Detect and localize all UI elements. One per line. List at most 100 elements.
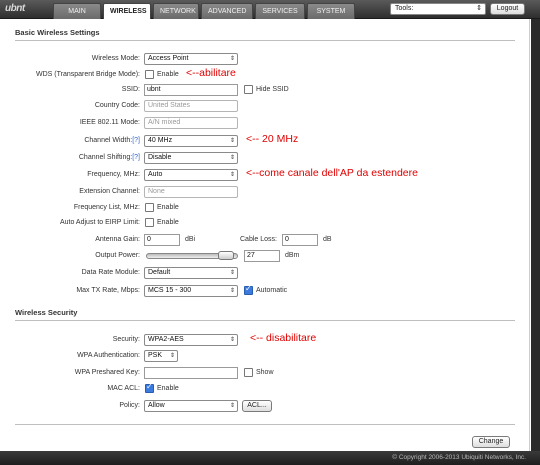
wireless-security-title: Wireless Security bbox=[15, 308, 78, 317]
basic-wireless-settings-title: Basic Wireless Settings bbox=[15, 28, 100, 37]
policy-label: Policy: bbox=[119, 402, 140, 409]
footer: © Copyright 2006-2013 Ubiquiti Networks,… bbox=[0, 451, 540, 465]
channel-width-annotation: <-- 20 MHz bbox=[246, 133, 299, 145]
automatic-label: Automatic bbox=[256, 287, 288, 294]
output-power-slider-handle[interactable] bbox=[218, 251, 235, 260]
policy-select[interactable]: Allow ⇕ bbox=[144, 400, 238, 412]
mac-acl-enable-label: Enable bbox=[157, 385, 179, 392]
wireless-mode-select[interactable]: Access Point ⇕ bbox=[144, 53, 238, 65]
logout-button[interactable]: Logout bbox=[490, 3, 525, 15]
wireless-mode-value: Access Point bbox=[148, 55, 189, 62]
max-tx-rate-value: MCS 15 - 300 bbox=[148, 287, 192, 294]
show-key-label: Show bbox=[256, 369, 274, 376]
mac-acl-label: MAC ACL: bbox=[107, 385, 140, 392]
tab-main[interactable]: MAIN bbox=[53, 3, 101, 19]
auto-eirp-enable-label: Enable bbox=[157, 219, 179, 226]
channel-width-select[interactable]: 40 MHz ⇕ bbox=[144, 135, 238, 147]
auto-eirp-checkbox[interactable] bbox=[145, 218, 154, 227]
ssid-input[interactable]: ubnt bbox=[144, 84, 238, 96]
frequency-select[interactable]: Auto ⇕ bbox=[144, 169, 238, 181]
frequency-list-checkbox[interactable] bbox=[145, 203, 154, 212]
ieee-mode-field: A/N mixed bbox=[144, 117, 238, 129]
automatic-checkbox[interactable] bbox=[244, 284, 253, 295]
ssid-label: SSID: bbox=[121, 86, 140, 93]
wireless-settings-panel: Basic Wireless Settings Wireless Mode: A… bbox=[0, 19, 530, 451]
wds-enable-checkbox[interactable] bbox=[145, 70, 154, 79]
security-annotation: <-- disabilitare bbox=[250, 332, 317, 344]
channel-shifting-select[interactable]: Disable ⇕ bbox=[144, 152, 238, 164]
auto-eirp-label: Auto Adjust to EIRP Limit: bbox=[59, 219, 140, 226]
channel-shifting-value: Disable bbox=[148, 154, 172, 161]
tab-wireless[interactable]: WIRELESS bbox=[103, 3, 151, 19]
channel-width-help-link[interactable]: [?] bbox=[132, 137, 140, 144]
antenna-gain-label: Antenna Gain: bbox=[95, 236, 140, 243]
change-button[interactable]: Change bbox=[472, 436, 510, 448]
max-tx-rate-select[interactable]: MCS 15 - 300 ⇕ bbox=[144, 285, 238, 297]
frequency-list-enable-label: Enable bbox=[157, 204, 179, 211]
tab-services[interactable]: SERVICES bbox=[255, 3, 305, 19]
chevron-updown-icon: ⇕ bbox=[229, 155, 235, 161]
chevron-updown-icon: ⇕ bbox=[476, 5, 482, 12]
security-select[interactable]: WPA2-AES ⇕ bbox=[144, 334, 238, 346]
data-rate-module-select[interactable]: Default ⇕ bbox=[144, 267, 238, 279]
data-rate-module-value: Default bbox=[148, 269, 171, 276]
channel-shifting-label: Channel Shifting:[?] bbox=[0, 152, 140, 164]
section-divider bbox=[15, 320, 515, 321]
channel-shifting-label-text: Channel Shifting: bbox=[78, 154, 133, 161]
ubnt-logo: ubnt bbox=[5, 3, 25, 14]
page-edge bbox=[531, 19, 540, 451]
section-divider bbox=[15, 424, 515, 425]
max-tx-rate-label: Max TX Rate, Mbps: bbox=[76, 287, 140, 294]
output-power-input[interactable]: 27 bbox=[244, 250, 280, 262]
cable-loss-input[interactable]: 0 bbox=[282, 234, 318, 246]
wds-label: WDS (Transparent Bridge Mode): bbox=[36, 71, 140, 78]
ieee-mode-label: IEEE 802.11 Mode: bbox=[79, 119, 140, 126]
wpa-authentication-value: PSK bbox=[148, 352, 163, 359]
acl-button[interactable]: ACL... bbox=[242, 400, 272, 412]
frequency-annotation: <--come canale dell'AP da estendere bbox=[246, 167, 418, 179]
wds-annotation: <--abilitare bbox=[186, 67, 236, 79]
wireless-mode-label: Wireless Mode: bbox=[91, 55, 140, 62]
tools-dropdown[interactable]: Tools: ⇕ bbox=[390, 3, 486, 15]
tab-network[interactable]: NETWORK bbox=[153, 3, 199, 19]
channel-width-label-text: Channel Width: bbox=[84, 137, 133, 144]
chevron-updown-icon: ⇕ bbox=[229, 172, 235, 178]
top-navigation-bar: ubnt MAIN WIRELESS NETWORK ADVANCED SERV… bbox=[0, 0, 540, 19]
policy-value: Allow bbox=[148, 402, 165, 409]
hide-ssid-label: Hide SSID bbox=[256, 86, 289, 93]
country-code-label: Country Code: bbox=[94, 102, 140, 109]
hide-ssid-checkbox[interactable] bbox=[244, 85, 253, 94]
wpa-authentication-label: WPA Authentication: bbox=[77, 352, 140, 359]
extension-channel-label: Extension Channel: bbox=[79, 188, 140, 195]
wpa-preshared-key-input[interactable] bbox=[144, 367, 238, 379]
channel-width-value: 40 MHz bbox=[148, 137, 173, 144]
chevron-updown-icon: ⇕ bbox=[229, 56, 235, 62]
security-value: WPA2-AES bbox=[148, 336, 184, 343]
chevron-updown-icon: ⇕ bbox=[169, 353, 175, 359]
chevron-updown-icon: ⇕ bbox=[229, 138, 235, 144]
country-code-field: United States bbox=[144, 100, 238, 112]
show-key-checkbox[interactable] bbox=[244, 368, 253, 377]
wpa-authentication-select[interactable]: PSK ⇕ bbox=[144, 350, 178, 362]
tools-label: Tools: bbox=[395, 5, 414, 12]
wds-enable-label: Enable bbox=[157, 71, 179, 78]
output-power-label: Output Power: bbox=[95, 252, 140, 259]
cable-loss-label: Cable Loss: bbox=[240, 236, 277, 243]
chevron-updown-icon: ⇕ bbox=[229, 288, 235, 294]
chevron-updown-icon: ⇕ bbox=[229, 270, 235, 276]
wpa-preshared-key-label: WPA Preshared Key: bbox=[74, 369, 140, 376]
mac-acl-checkbox[interactable] bbox=[145, 382, 154, 393]
security-label: Security: bbox=[112, 336, 140, 343]
frequency-label: Frequency, MHz: bbox=[87, 171, 140, 178]
data-rate-module-label: Data Rate Module: bbox=[81, 269, 140, 276]
tab-bar: MAIN WIRELESS NETWORK ADVANCED SERVICES … bbox=[53, 3, 357, 19]
tab-system[interactable]: SYSTEM bbox=[307, 3, 355, 19]
chevron-updown-icon: ⇕ bbox=[229, 337, 235, 343]
antenna-gain-unit: dBi bbox=[185, 236, 196, 243]
output-power-unit: dBm bbox=[285, 252, 300, 259]
copyright-text: © Copyright 2006-2013 Ubiquiti Networks,… bbox=[392, 454, 526, 461]
channel-shifting-help-link[interactable]: [?] bbox=[132, 154, 140, 161]
antenna-gain-input[interactable]: 0 bbox=[144, 234, 180, 246]
tab-advanced[interactable]: ADVANCED bbox=[201, 3, 253, 19]
section-divider bbox=[15, 40, 515, 41]
